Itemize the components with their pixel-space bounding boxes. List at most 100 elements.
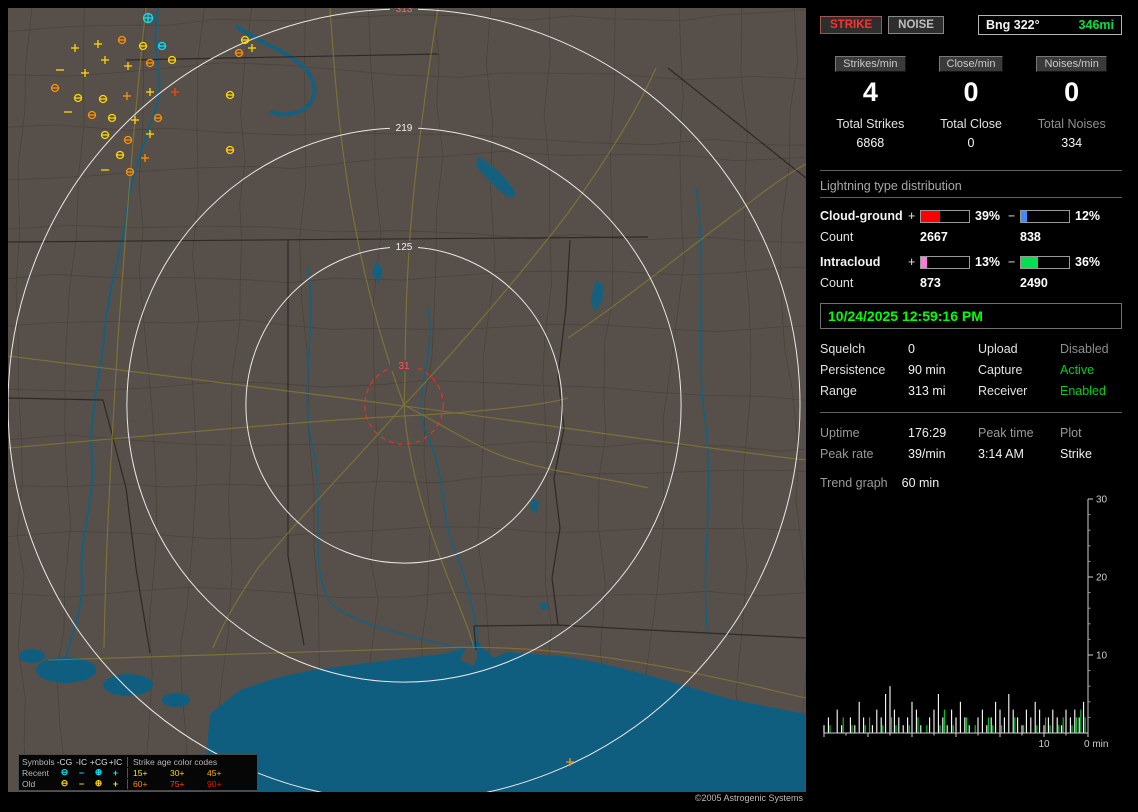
copyright-credit: ©2005 Astrogenic Systems bbox=[695, 793, 803, 803]
uptime-label: Uptime bbox=[820, 426, 908, 440]
svg-text:219: 219 bbox=[396, 123, 413, 134]
bearing-value: Bng 322° bbox=[986, 18, 1040, 32]
cg-positive-count: 2667 bbox=[920, 230, 1008, 244]
range-value: 313 mi bbox=[908, 384, 978, 398]
range-label: Range bbox=[820, 384, 908, 398]
lightning-map-area[interactable]: 31321912531 Symbols -CG -IC +CG +IC Stri… bbox=[8, 8, 806, 804]
trend-window-value: 60 min bbox=[902, 476, 940, 490]
plus-sign: + bbox=[908, 255, 920, 269]
total-close: Total Close 0 bbox=[921, 117, 1022, 150]
noises-per-min-value: 0 bbox=[1064, 77, 1079, 107]
total-noises: Total Noises 334 bbox=[1021, 117, 1122, 150]
noise-toggle-button[interactable]: NOISE bbox=[888, 16, 944, 34]
legend-recent-label: Recent bbox=[22, 768, 56, 778]
cg-positive-bar bbox=[920, 210, 970, 223]
cloud-ground-count-row: Count 2667 838 bbox=[820, 230, 1122, 244]
svg-text:10: 10 bbox=[1038, 739, 1050, 750]
age-30: 30+ bbox=[170, 768, 207, 778]
squelch-label: Squelch bbox=[820, 342, 908, 356]
map-legend: Symbols -CG -IC +CG +IC Strike age color… bbox=[18, 754, 258, 791]
close-per-min-label[interactable]: Close/min bbox=[939, 56, 1004, 72]
map-canvas[interactable]: 31321912531 bbox=[8, 8, 806, 792]
intracloud-row: Intracloud + 13% − 36% bbox=[820, 255, 1122, 269]
ic-positive-percent: 13% bbox=[970, 255, 1008, 269]
count-label: Count bbox=[820, 276, 908, 290]
age-15: 15+ bbox=[133, 768, 170, 778]
total-close-label: Total Close bbox=[921, 117, 1022, 131]
intracloud-count-row: Count 873 2490 bbox=[820, 276, 1122, 290]
receiver-status: Enabled bbox=[1060, 384, 1122, 398]
persistence-label: Persistence bbox=[820, 363, 908, 377]
trend-graph-label: Trend graph bbox=[820, 476, 888, 490]
panel-header: STRIKE NOISE Bng 322° 346mi bbox=[820, 14, 1122, 36]
strikes-per-min-label[interactable]: Strikes/min bbox=[835, 56, 905, 72]
ic-negative-percent: 36% bbox=[1070, 255, 1122, 269]
total-strikes: Total Strikes 6868 bbox=[820, 117, 921, 150]
totals-row: Total Strikes 6868 Total Close 0 Total N… bbox=[820, 117, 1122, 150]
peak-rate-label: Peak rate bbox=[820, 447, 908, 461]
plot-value: Strike bbox=[1060, 447, 1122, 461]
count-label: Count bbox=[820, 230, 908, 244]
settings-grid: Squelch 0 Upload Disabled Persistence 90… bbox=[820, 342, 1122, 398]
plot-label: Plot bbox=[1060, 426, 1122, 440]
ic-plus-recent-icon: + bbox=[107, 768, 124, 778]
age-60: 60+ bbox=[133, 779, 170, 789]
legend-col-neg-cg: -CG bbox=[56, 757, 73, 767]
noises-per-min: Noises/min 0 bbox=[1021, 56, 1122, 107]
status-grid: Uptime 176:29 Peak time Plot Peak rate 3… bbox=[820, 426, 1122, 461]
ic-plus-old-icon: + bbox=[107, 779, 124, 789]
ic-minus-recent-icon: − bbox=[73, 768, 90, 778]
svg-text:10: 10 bbox=[1096, 651, 1108, 662]
cg-negative-bar bbox=[1020, 210, 1070, 223]
trend-graph: 302010100 min bbox=[820, 493, 1122, 755]
legend-old-label: Old bbox=[22, 779, 56, 789]
intracloud-label: Intracloud bbox=[820, 255, 908, 269]
strikes-per-min: Strikes/min 4 bbox=[820, 56, 921, 107]
age-45: 45+ bbox=[207, 768, 244, 778]
peak-time-value: 3:14 AM bbox=[978, 447, 1060, 461]
separator bbox=[820, 412, 1122, 413]
cg-minus-old-icon: ⊖ bbox=[56, 778, 73, 789]
persistence-value: 90 min bbox=[908, 363, 978, 377]
total-strikes-label: Total Strikes bbox=[820, 117, 921, 131]
rates-row: Strikes/min 4 Close/min 0 Noises/min 0 bbox=[820, 56, 1122, 107]
cloud-ground-row: Cloud-ground + 39% − 12% bbox=[820, 209, 1122, 223]
minus-sign: − bbox=[1008, 255, 1020, 269]
svg-text:31: 31 bbox=[398, 361, 410, 372]
legend-col-pos-cg: +CG bbox=[90, 757, 107, 767]
total-close-value: 0 bbox=[921, 136, 1022, 150]
strike-toggle-button[interactable]: STRIKE bbox=[820, 16, 882, 34]
datetime-display: 10/24/2025 12:59:16 PM bbox=[820, 303, 1122, 329]
ic-positive-bar bbox=[920, 256, 970, 269]
strikes-per-min-value: 4 bbox=[863, 77, 878, 107]
legend-recent-row: Recent ⊖ − ⊕ + 15+ 30+ 45+ bbox=[22, 767, 254, 778]
legend-header-row: Symbols -CG -IC +CG +IC Strike age color… bbox=[22, 756, 254, 767]
receiver-label: Receiver bbox=[978, 384, 1060, 398]
capture-label: Capture bbox=[978, 363, 1060, 377]
legend-col-pos-ic: +IC bbox=[107, 757, 124, 767]
uptime-value: 176:29 bbox=[908, 426, 978, 440]
peak-rate-value: 39/min bbox=[908, 447, 978, 461]
total-noises-value: 334 bbox=[1021, 136, 1122, 150]
age-75: 75+ bbox=[170, 779, 207, 789]
cg-negative-percent: 12% bbox=[1070, 209, 1122, 223]
bearing-distance: 346mi bbox=[1079, 18, 1114, 32]
upload-label: Upload bbox=[978, 342, 1060, 356]
svg-text:20: 20 bbox=[1096, 573, 1108, 584]
cg-plus-recent-icon: ⊕ bbox=[90, 767, 107, 778]
minus-sign: − bbox=[1008, 209, 1020, 223]
cg-plus-old-icon: ⊕ bbox=[90, 778, 107, 789]
squelch-value: 0 bbox=[908, 342, 978, 356]
svg-text:30: 30 bbox=[1096, 495, 1108, 506]
peak-time-label: Peak time bbox=[978, 426, 1060, 440]
cg-minus-recent-icon: ⊖ bbox=[56, 767, 73, 778]
bearing-display: Bng 322° 346mi bbox=[978, 15, 1122, 35]
close-per-min-value: 0 bbox=[963, 77, 978, 107]
noises-per-min-label[interactable]: Noises/min bbox=[1036, 56, 1106, 72]
ic-negative-count: 2490 bbox=[1020, 276, 1122, 290]
capture-status: Active bbox=[1060, 363, 1122, 377]
distribution-title: Lightning type distribution bbox=[820, 179, 1122, 198]
control-panel: STRIKE NOISE Bng 322° 346mi Strikes/min … bbox=[812, 8, 1130, 804]
ic-negative-bar bbox=[1020, 256, 1070, 269]
legend-old-row: Old ⊖ − ⊕ + 60+ 75+ 90+ bbox=[22, 778, 254, 789]
